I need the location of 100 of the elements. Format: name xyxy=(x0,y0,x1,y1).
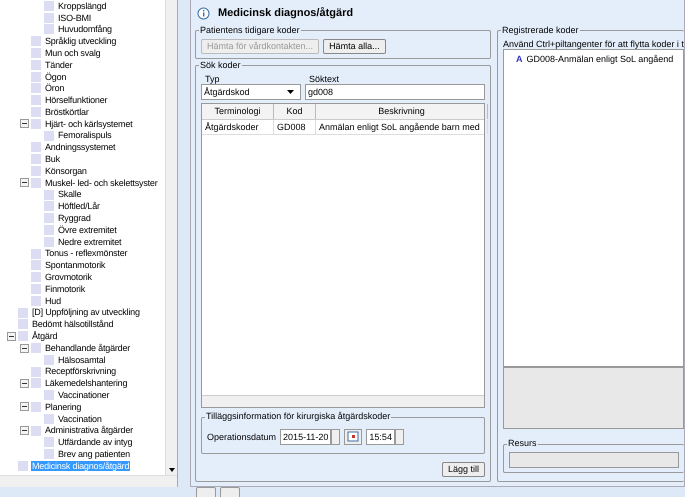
collapse-icon[interactable] xyxy=(20,378,29,388)
table-cell: GD008 xyxy=(274,120,316,134)
node-icon xyxy=(44,414,54,424)
collapse-icon[interactable] xyxy=(20,426,29,436)
collapse-icon[interactable] xyxy=(20,344,29,352)
node-icon xyxy=(31,272,41,282)
dropdown-caret-icon xyxy=(287,90,294,94)
node-icon xyxy=(44,213,54,224)
tree-item[interactable]: Femoralispuls xyxy=(57,130,112,141)
tree-item[interactable]: Skalle xyxy=(57,189,82,200)
fetch-button[interactable]: Hämta alla... xyxy=(323,38,386,54)
table-cell: Anmälan enligt SoL angående barn med xyxy=(316,120,488,134)
tree-item[interactable]: Utfärdande av intyg xyxy=(57,437,134,448)
tree-item[interactable]: Bröstkörtlar xyxy=(44,106,90,118)
tree-item[interactable]: Grovmotorik xyxy=(44,272,93,282)
node-icon xyxy=(18,308,28,318)
type-dropdown[interactable]: Åtgärdskod xyxy=(201,84,301,100)
group-legend: Sök koder xyxy=(199,60,242,71)
tree-item[interactable]: Vaccinationer xyxy=(57,390,110,400)
node-icon xyxy=(44,225,54,236)
tree-item[interactable]: Höftled/Lår xyxy=(57,201,101,212)
column-header[interactable]: Terminologi xyxy=(202,104,274,119)
tree-item[interactable]: Brev ang patienten xyxy=(57,449,131,460)
node-icon xyxy=(31,402,41,412)
tree-item[interactable]: Mun och svalg xyxy=(44,48,102,58)
node-icon xyxy=(18,319,28,330)
tree-item[interactable]: Tonus - reflexmönster xyxy=(44,248,128,259)
tree-item[interactable]: Hälsosamtal xyxy=(57,354,106,365)
group-legend: Tilläggsinformation för kirurgiska åtgärdskoder xyxy=(205,412,392,422)
tree-item[interactable]: Kroppslängd xyxy=(57,0,108,12)
node-icon xyxy=(44,0,54,11)
tree-item[interactable]: Ögon xyxy=(44,72,68,82)
tree-item[interactable]: Buk xyxy=(44,154,61,164)
horizontal-scrollbar[interactable] xyxy=(0,475,177,487)
code-marker: A xyxy=(516,54,522,65)
node-icon xyxy=(31,366,41,377)
node-icon xyxy=(31,260,41,270)
tree-item[interactable]: Andningssystemet xyxy=(44,142,116,153)
time-field[interactable]: 15:54 xyxy=(366,429,395,446)
tree-item[interactable]: Hjärt- och kärlsystemet xyxy=(44,118,134,130)
panel-title: Medicinsk diagnos/åtgärd xyxy=(218,6,354,20)
collapse-icon[interactable] xyxy=(7,332,16,341)
tree-item[interactable]: Språklig utveckling xyxy=(44,36,118,46)
tree-item[interactable]: Bedömt hälsotillstånd xyxy=(31,319,114,330)
node-icon xyxy=(18,331,28,342)
node-icon xyxy=(31,107,41,118)
tree-item[interactable]: Nedre extremitet xyxy=(57,236,122,247)
tree-item[interactable]: Huvudomfång xyxy=(57,24,113,35)
tree-item[interactable]: Könsorgan xyxy=(44,166,88,176)
resource-field[interactable] xyxy=(509,452,679,468)
node-icon xyxy=(44,190,54,200)
node-icon xyxy=(44,437,54,448)
tree-item[interactable]: Muskel- led- och skelettsyster xyxy=(44,178,159,188)
registered-code[interactable]: GD008-Anmälan enligt SoL angåend xyxy=(526,54,674,65)
node-icon xyxy=(18,460,28,471)
tree-item[interactable]: Spontanmotorik xyxy=(44,260,106,271)
node-icon xyxy=(31,118,41,129)
tree-item[interactable]: Behandlande åtgärder xyxy=(44,342,132,354)
tree-item[interactable]: Åtgärd xyxy=(31,331,58,342)
group-legend: Registrerade koder xyxy=(501,26,580,36)
tree-item[interactable]: Ryggrad xyxy=(57,213,92,224)
field-label: Typ xyxy=(204,74,221,84)
table-cell: Åtgärdskoder xyxy=(202,120,274,134)
tree-item[interactable]: [D] Uppföljning av utveckling xyxy=(31,307,141,318)
column-header[interactable]: Beskrivning xyxy=(316,104,488,119)
node-icon xyxy=(31,48,41,58)
hint-text: Använd Ctrl+piltangenter för att flytta koder i t xyxy=(503,38,684,50)
node-icon xyxy=(31,83,41,94)
column-header[interactable]: Kod xyxy=(274,104,316,119)
node-icon xyxy=(31,284,41,294)
collapse-icon[interactable] xyxy=(20,119,29,128)
tree-item[interactable]: Övre extremitet xyxy=(57,224,118,236)
node-icon xyxy=(31,154,41,164)
tree-item[interactable]: Öron xyxy=(44,83,66,94)
node-icon xyxy=(31,142,41,152)
tree-item[interactable]: Hörselfunktioner xyxy=(44,95,108,106)
tree-item[interactable]: Administrativa åtgärder xyxy=(44,425,134,436)
collapse-icon[interactable] xyxy=(20,178,29,188)
node-icon xyxy=(31,72,41,82)
tree-item[interactable]: Receptförskrivning xyxy=(44,366,117,377)
node-icon xyxy=(31,60,41,70)
calendar-icon[interactable] xyxy=(344,429,362,446)
date-field[interactable]: 2015-11-20 xyxy=(280,429,332,446)
horizontal-scrollbar[interactable] xyxy=(202,395,484,408)
tree-item[interactable]: Hud xyxy=(44,296,62,306)
node-icon xyxy=(31,296,41,306)
node-icon xyxy=(31,36,41,46)
collapse-icon[interactable] xyxy=(20,402,29,412)
tree-item[interactable]: Planering xyxy=(44,402,82,412)
tree-item[interactable]: Läkemedelshantering xyxy=(44,378,128,389)
tree-item[interactable]: Finmotorik xyxy=(44,284,86,294)
node-icon xyxy=(44,390,54,400)
node-icon xyxy=(44,201,54,212)
add-button[interactable]: Lägg till xyxy=(442,462,485,477)
tree-item[interactable]: Vaccination xyxy=(57,414,103,424)
vertical-scrollbar[interactable] xyxy=(165,0,177,475)
node-icon xyxy=(44,24,54,34)
tree-item[interactable]: ISO-BMI xyxy=(57,12,92,23)
tree-item[interactable]: Tänder xyxy=(44,60,74,70)
search-text-field[interactable]: gd008 xyxy=(305,84,485,100)
